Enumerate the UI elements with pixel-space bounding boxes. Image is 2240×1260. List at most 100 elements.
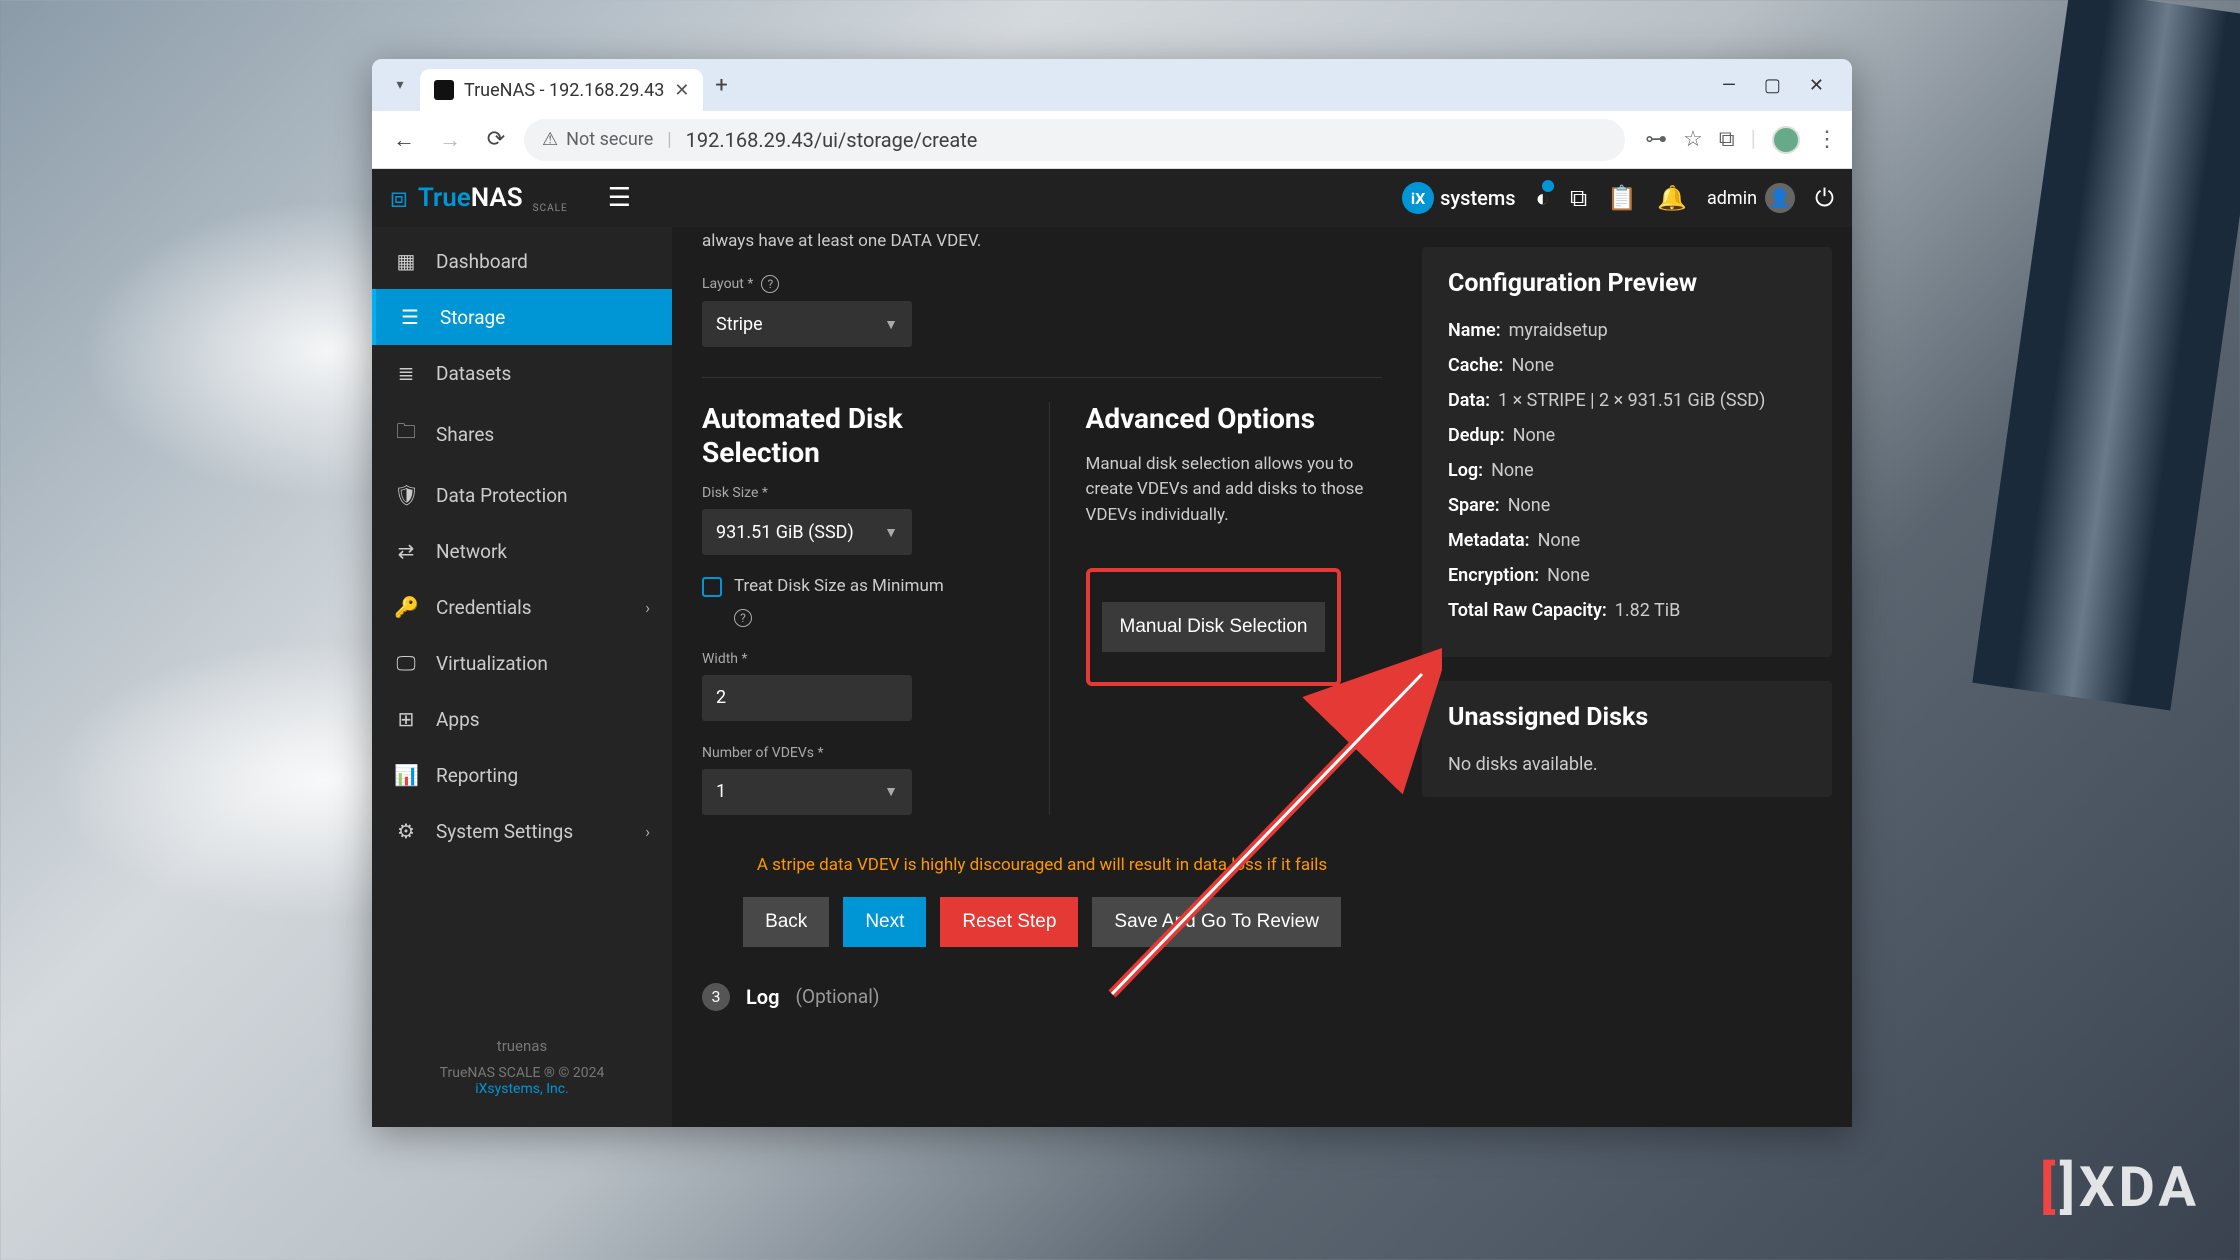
power-icon[interactable]: ⏻ (1815, 184, 1834, 212)
sidebar-item-apps[interactable]: ⊞ Apps (372, 691, 672, 747)
step-optional-label: (Optional) (796, 985, 880, 1008)
unassigned-disks-card: Unassigned Disks No disks available. (1422, 681, 1832, 797)
sidebar-item-credentials[interactable]: 🔑Credentials› (372, 579, 672, 635)
nav-icon: ⊞ (394, 707, 418, 731)
back-button[interactable]: Back (743, 897, 829, 947)
help-icon[interactable]: ? (734, 609, 752, 627)
nav-icon: 🔑 (394, 595, 418, 619)
highlight-box: Manual Disk Selection (1086, 568, 1342, 686)
stripe-warning: A stripe data VDEV is highly discouraged… (702, 855, 1382, 875)
ixsystems-link[interactable]: iXsystems, Inc. (382, 1081, 662, 1097)
ixsystems-logo[interactable]: iX systems (1402, 182, 1515, 214)
unassigned-disks-title: Unassigned Disks (1448, 703, 1806, 732)
alerts-icon[interactable]: 🔔 (1657, 184, 1687, 212)
sidebar-item-network[interactable]: ⇄Network (372, 523, 672, 579)
num-vdevs-label: Number of VDEVs * (702, 745, 824, 761)
chevron-right-icon: › (645, 822, 650, 841)
num-vdevs-select[interactable]: 1▼ (702, 769, 912, 815)
save-review-button[interactable]: Save And Go To Review (1092, 897, 1341, 947)
no-disks-text: No disks available. (1448, 754, 1806, 775)
config-value: None (1513, 425, 1556, 446)
url-text: 192.168.29.43/ui/storage/create (686, 128, 978, 152)
nav-icon: ▦ (394, 249, 418, 273)
new-tab-button[interactable]: + (703, 73, 739, 98)
sidebar-item-shares[interactable]: 🗀 Shares (372, 401, 672, 467)
status-icon[interactable]: ◐ (1536, 184, 1551, 213)
sidebar-item-datasets[interactable]: ≣Datasets (372, 345, 672, 401)
tab-close-icon[interactable]: ✕ (674, 80, 689, 101)
browser-tab[interactable]: TrueNAS - 192.168.29.43 ✕ (420, 69, 703, 111)
help-icon[interactable]: ? (761, 275, 779, 293)
nav-label: Shares (436, 423, 494, 446)
nav-label: Data Protection (436, 484, 568, 507)
reset-step-button[interactable]: Reset Step (940, 897, 1078, 947)
sidebar-item-data-protection[interactable]: 🛡 Data Protection (372, 467, 672, 523)
step-title: Log (746, 985, 780, 1009)
window-minimize-icon[interactable]: — (1722, 75, 1736, 96)
hostname-label: truenas (382, 1037, 662, 1055)
manual-disk-selection-button[interactable]: Manual Disk Selection (1102, 602, 1326, 652)
extensions-icon[interactable]: ⧉ (1719, 127, 1735, 152)
config-row: Name:myraidsetup (1448, 320, 1806, 341)
config-value: None (1508, 495, 1551, 516)
clipboard-icon[interactable]: 📋 (1607, 184, 1637, 212)
menu-toggle-icon[interactable]: ☰ (608, 183, 631, 213)
window-maximize-icon[interactable]: ▢ (1764, 75, 1781, 96)
config-value: None (1491, 460, 1534, 481)
nav-label: Apps (436, 708, 480, 731)
browser-address-bar: ← → ⟳ ⚠Not secure | 192.168.29.43/ui/sto… (372, 111, 1852, 169)
truenas-logo[interactable]: ⧈ TrueNAS SCALE (390, 181, 568, 215)
disk-size-select[interactable]: 931.51 GiB (SSD)▼ (702, 509, 912, 555)
nav-label: Virtualization (436, 652, 548, 675)
truecommand-icon[interactable]: ⧉ (1570, 184, 1587, 212)
width-input[interactable]: 2 (702, 675, 912, 721)
tab-title: TrueNAS - 192.168.29.43 (464, 80, 664, 101)
nav-reload-button[interactable]: ⟳ (478, 122, 514, 158)
config-row: Data: 1 × STRIPE | 2 × 931.51 GiB (SSD) (1448, 390, 1806, 411)
config-row: Total Raw Capacity:1.82 TiB (1448, 600, 1806, 621)
xda-watermark: []XDA (2040, 1154, 2200, 1220)
layout-select[interactable]: Stripe▼ (702, 301, 912, 347)
app-topbar: ⧈ TrueNAS SCALE ☰ iX systems ◐ ⧉ 📋 🔔 adm… (372, 169, 1852, 227)
nav-back-button[interactable]: ← (386, 122, 422, 158)
browser-menu-icon[interactable]: ⋮ (1816, 127, 1838, 152)
next-button[interactable]: Next (843, 897, 926, 947)
not-secure-label: Not secure (566, 129, 653, 150)
config-label: Data: (1448, 390, 1490, 411)
config-row: Log:None (1448, 460, 1806, 481)
step-log[interactable]: 3 Log (Optional) (702, 983, 1382, 1011)
step-number: 3 (702, 983, 730, 1011)
nav-label: Dashboard (436, 250, 528, 273)
user-avatar-icon: 👤 (1765, 183, 1795, 213)
vdev-description: always have at least one DATA VDEV. (702, 231, 1382, 251)
logo-icon: ⧈ (390, 181, 408, 215)
password-icon[interactable]: ⊶ (1645, 127, 1667, 152)
window-close-icon[interactable]: ✕ (1809, 75, 1824, 96)
browser-tab-bar: ▾ TrueNAS - 192.168.29.43 ✕ + — ▢ ✕ (372, 59, 1852, 111)
config-preview-title: Configuration Preview (1448, 269, 1806, 298)
sidebar-item-reporting[interactable]: 📊Reporting (372, 747, 672, 803)
sidebar-item-system-settings[interactable]: ⚙System Settings› (372, 803, 672, 859)
nav-icon: 📊 (394, 763, 418, 787)
layout-label: Layout * (702, 276, 753, 292)
sidebar-item-virtualization[interactable]: 🖵Virtualization (372, 635, 672, 691)
bookmark-icon[interactable]: ☆ (1683, 127, 1703, 152)
profile-avatar-icon[interactable] (1772, 126, 1800, 154)
nav-label: System Settings (436, 820, 573, 843)
config-label: Name: (1448, 320, 1501, 341)
sidebar: ▦ Dashboard ☰Storage≣Datasets 🗀 Shares 🛡 Data … (372, 227, 672, 1127)
nav-icon: 🗀 (394, 417, 418, 451)
url-input[interactable]: ⚠Not secure | 192.168.29.43/ui/storage/c… (524, 119, 1625, 161)
nav-forward-button[interactable]: → (432, 122, 468, 158)
main-content: always have at least one DATA VDEV. Layo… (672, 227, 1852, 1127)
config-value: 1 × STRIPE | 2 × 931.51 GiB (SSD) (1498, 390, 1765, 411)
nav-icon: 🛡 (394, 483, 418, 507)
sidebar-item-dashboard[interactable]: ▦ Dashboard (372, 233, 672, 289)
user-menu[interactable]: admin 👤 (1707, 183, 1795, 213)
tab-search-button[interactable]: ▾ (380, 65, 420, 105)
treat-min-checkbox[interactable] (702, 577, 722, 597)
config-label: Metadata: (1448, 530, 1530, 551)
config-row: Dedup:None (1448, 425, 1806, 446)
favicon-icon (434, 80, 454, 100)
sidebar-item-storage[interactable]: ☰Storage (372, 289, 672, 345)
